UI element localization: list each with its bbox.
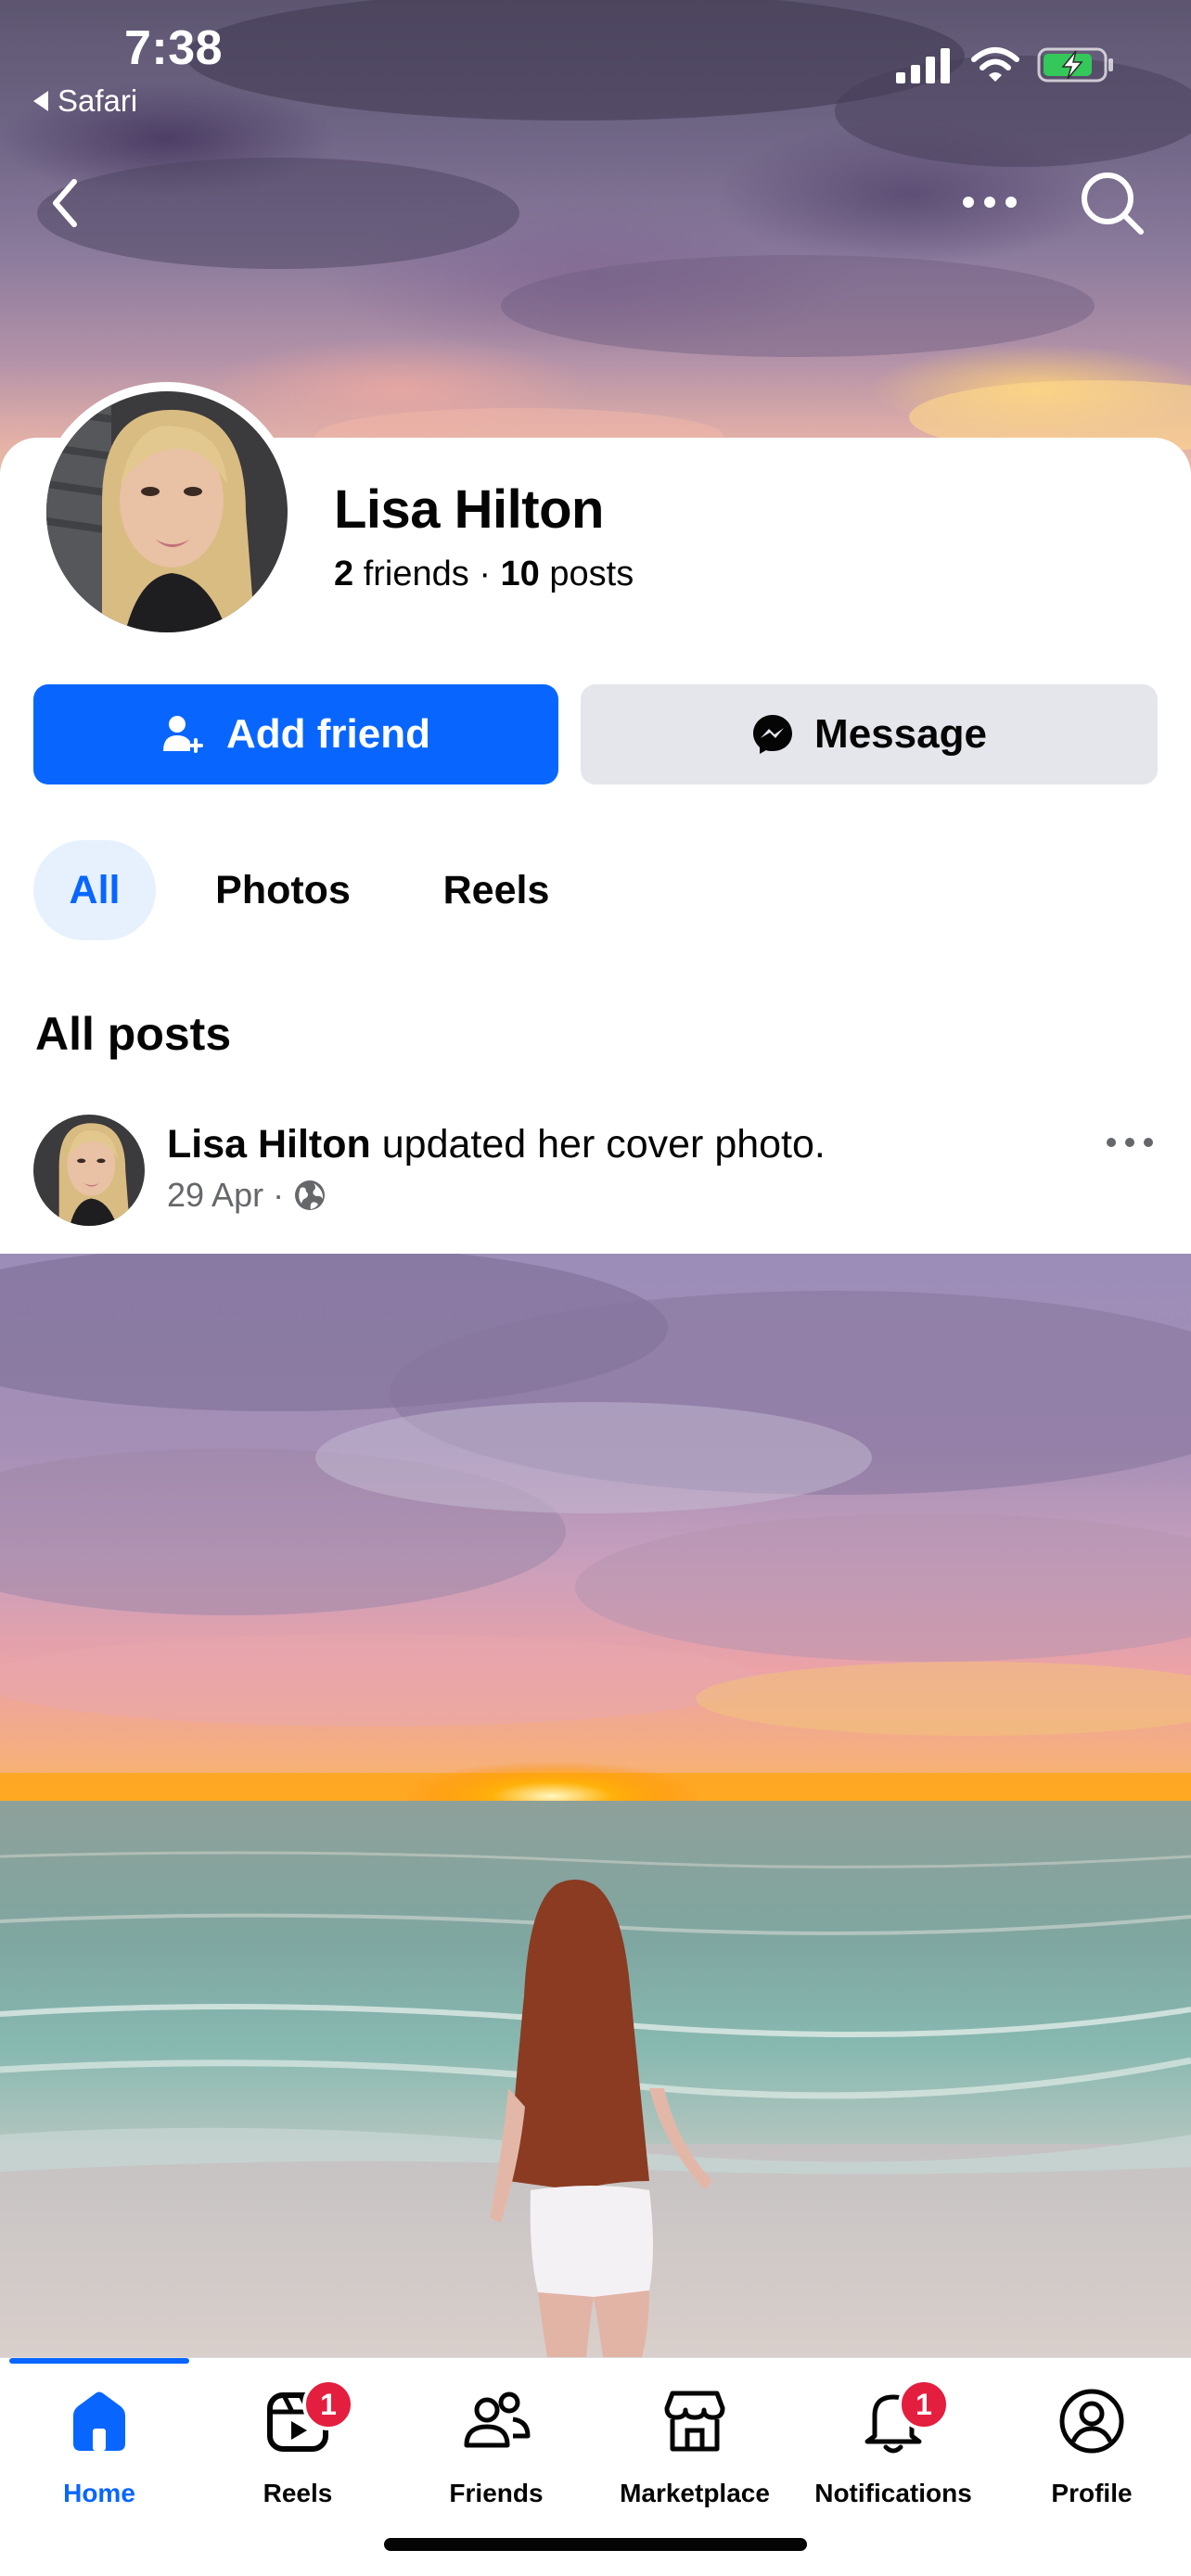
home-icon [73,2391,125,2451]
add-friend-button[interactable]: Add friend [33,684,558,784]
nav-home[interactable]: Home [0,2384,198,2532]
back-chevron-icon[interactable] [43,172,89,234]
avatar-portrait [46,391,288,632]
tab-photos[interactable]: Photos [176,840,390,940]
post-headline: Lisa Hilton updated her cover photo. [167,1122,826,1167]
profile-stats: 2 friends · 10 posts [334,555,634,594]
marketplace-icon [664,2391,725,2452]
battery-charging-icon [1037,47,1113,83]
post-avatar-portrait [33,1115,145,1226]
nav-friends[interactable]: Friends [397,2384,596,2532]
post-meta-dot: · [273,1176,285,1214]
home-indicator [384,2538,807,2551]
more-options-icon[interactable] [957,176,1022,228]
posts-count: 10 [500,555,540,593]
post-date[interactable]: 29 Apr [167,1176,263,1215]
nav-reels-label: Reels [263,2479,333,2507]
globe-icon [295,1180,326,1210]
post-action-text: updated her cover photo. [370,1122,826,1167]
nav-home-label: Home [63,2479,135,2507]
messenger-icon [753,715,793,754]
reels-badge: 1 [302,2378,354,2430]
wifi-icon [971,47,1019,82]
friends-icon [464,2391,531,2448]
sunset-beach-image [0,1254,1191,2357]
nav-profile-label: Profile [1051,2479,1133,2507]
profile-icon [1059,2389,1124,2454]
signal-icon [896,48,950,83]
message-button[interactable]: Message [581,684,1158,784]
tab-all[interactable]: All [33,840,156,940]
post-more-icon[interactable] [1104,1133,1156,1152]
nav-marketplace[interactable]: Marketplace [596,2384,794,2532]
post-author-avatar[interactable] [33,1115,145,1226]
add-friend-label: Add friend [226,711,430,757]
back-app-label: Safari [58,83,138,118]
posts-label: posts [549,555,634,593]
nav-notifications[interactable]: 1 Notifications [794,2378,992,2532]
back-to-safari[interactable]: Safari [33,83,137,119]
post-author-name[interactable]: Lisa Hilton [167,1122,371,1167]
notifications-badge: 1 [898,2378,950,2430]
nav-profile[interactable]: Profile [992,2384,1191,2532]
profile-name: Lisa Hilton [334,479,604,540]
stats-separator: · [479,555,491,593]
back-triangle-icon [33,91,48,111]
status-icons [896,46,1115,83]
status-time: 7:38 [124,21,224,75]
nav-marketplace-label: Marketplace [620,2479,770,2507]
tab-reels[interactable]: Reels [408,840,584,940]
active-tab-indicator [9,2358,189,2364]
post-meta: 29 Apr · [167,1176,327,1215]
nav-friends-label: Friends [449,2479,544,2507]
nav-reels[interactable]: 1 Reels [198,2378,397,2532]
profile-avatar[interactable] [46,391,288,632]
post-photo[interactable] [0,1254,1191,2357]
all-posts-heading: All posts [35,1008,232,1060]
add-friend-icon [163,716,203,753]
message-label: Message [814,711,987,757]
friends-label[interactable]: friends [364,555,469,593]
friends-count: 2 [334,555,354,593]
search-icon[interactable] [1076,167,1146,237]
nav-notifications-label: Notifications [814,2479,972,2507]
